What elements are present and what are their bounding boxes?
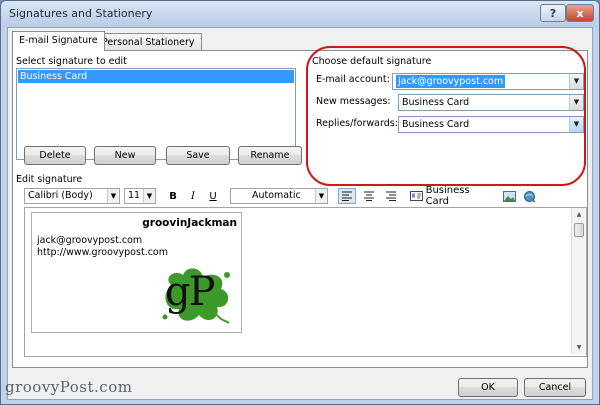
ok-button[interactable]: OK	[458, 378, 518, 397]
tab-email-signature[interactable]: E-mail Signature	[12, 31, 105, 51]
font-select[interactable]: Calibri (Body) ▼	[24, 188, 120, 204]
new-button[interactable]: New	[94, 146, 156, 165]
delete-button[interactable]: Delete	[24, 146, 86, 165]
font-size-select[interactable]: 11 ▼	[124, 188, 156, 204]
new-messages-label: New messages:	[316, 96, 391, 107]
font-color-select[interactable]: Automatic ▼	[230, 188, 328, 204]
signatures-dialog: Signatures and Stationery ? x E-mail Sig…	[0, 0, 600, 405]
replies-forwards-select[interactable]: Business Card ▼	[398, 116, 584, 133]
font-size-value: 11	[128, 190, 141, 201]
business-card-label: Business Card	[425, 185, 470, 207]
help-button[interactable]: ?	[540, 4, 566, 22]
italic-button[interactable]: I	[184, 188, 202, 204]
save-button[interactable]: Save	[166, 146, 230, 165]
select-signature-label: Select signature to edit	[16, 56, 127, 67]
default-signature-group-label: Choose default signature	[312, 56, 432, 67]
insert-hyperlink-button[interactable]	[520, 188, 538, 204]
scroll-down-icon[interactable]: ▼	[572, 341, 586, 354]
email-account-select[interactable]: jack@groovypost.com ▼	[392, 73, 584, 90]
hyperlink-icon	[523, 190, 535, 203]
replies-forwards-value: Business Card	[402, 119, 470, 130]
card-website: http://www.groovypost.com	[37, 247, 168, 258]
email-account-value: jack@groovypost.com	[396, 75, 506, 88]
tab-personal-stationery[interactable]: Personal Stationery	[95, 33, 202, 51]
signature-list-item[interactable]: Business Card	[18, 70, 294, 83]
window-title: Signatures and Stationery	[9, 7, 153, 20]
card-email: jack@groovypost.com	[37, 235, 143, 246]
title-bar[interactable]: Signatures and Stationery ? x	[1, 1, 599, 27]
rename-button[interactable]: Rename	[238, 146, 302, 165]
new-messages-select[interactable]: Business Card ▼	[398, 94, 584, 111]
scroll-up-icon[interactable]: ▲	[572, 208, 586, 221]
chevron-down-icon[interactable]: ▼	[315, 189, 327, 203]
chevron-down-icon[interactable]: ▼	[569, 117, 583, 132]
replies-forwards-label: Replies/forwards:	[316, 118, 398, 129]
groovypost-logo: gP	[157, 263, 235, 329]
dialog-body: E-mail Signature Personal Stationery Sel…	[7, 27, 593, 400]
watermark: groovyPost.com	[5, 378, 133, 396]
align-right-button[interactable]	[382, 188, 400, 204]
editor-scrollbar[interactable]: ▲ ▼	[571, 208, 586, 354]
font-value: Calibri (Body)	[28, 190, 93, 201]
close-button[interactable]: x	[566, 4, 594, 22]
tab-personal-stationery-label: Personal Stationery	[102, 37, 195, 48]
align-center-icon	[364, 191, 374, 201]
chevron-down-icon[interactable]: ▼	[569, 74, 583, 89]
insert-picture-button[interactable]	[500, 188, 518, 204]
logo-text: gP	[165, 269, 216, 315]
business-card-button[interactable]: Business Card	[410, 185, 494, 207]
align-left-button[interactable]	[338, 188, 356, 204]
scroll-thumb[interactable]	[574, 223, 584, 237]
chevron-down-icon[interactable]: ▼	[569, 95, 583, 110]
close-icon: x	[576, 6, 584, 20]
underline-button[interactable]: U	[204, 188, 222, 204]
email-account-label: E-mail account:	[316, 74, 390, 85]
business-card-icon	[410, 191, 423, 201]
bold-button[interactable]: B	[164, 188, 182, 204]
card-name: groovinJackman	[142, 217, 237, 229]
business-card-preview: groovinJackman jack@groovypost.com http:…	[31, 212, 242, 333]
chevron-down-icon[interactable]: ▼	[107, 189, 119, 203]
align-right-icon	[386, 191, 396, 201]
tab-email-signature-label: E-mail Signature	[19, 35, 98, 46]
cancel-button[interactable]: Cancel	[524, 378, 586, 397]
new-messages-value: Business Card	[402, 97, 470, 108]
align-center-button[interactable]	[360, 188, 378, 204]
signature-editor[interactable]: groovinJackman jack@groovypost.com http:…	[24, 207, 587, 357]
font-color-value: Automatic	[252, 190, 301, 201]
picture-icon	[502, 190, 516, 202]
chevron-down-icon[interactable]: ▼	[143, 189, 155, 203]
edit-signature-label: Edit signature	[16, 174, 83, 185]
align-left-icon	[342, 191, 352, 201]
